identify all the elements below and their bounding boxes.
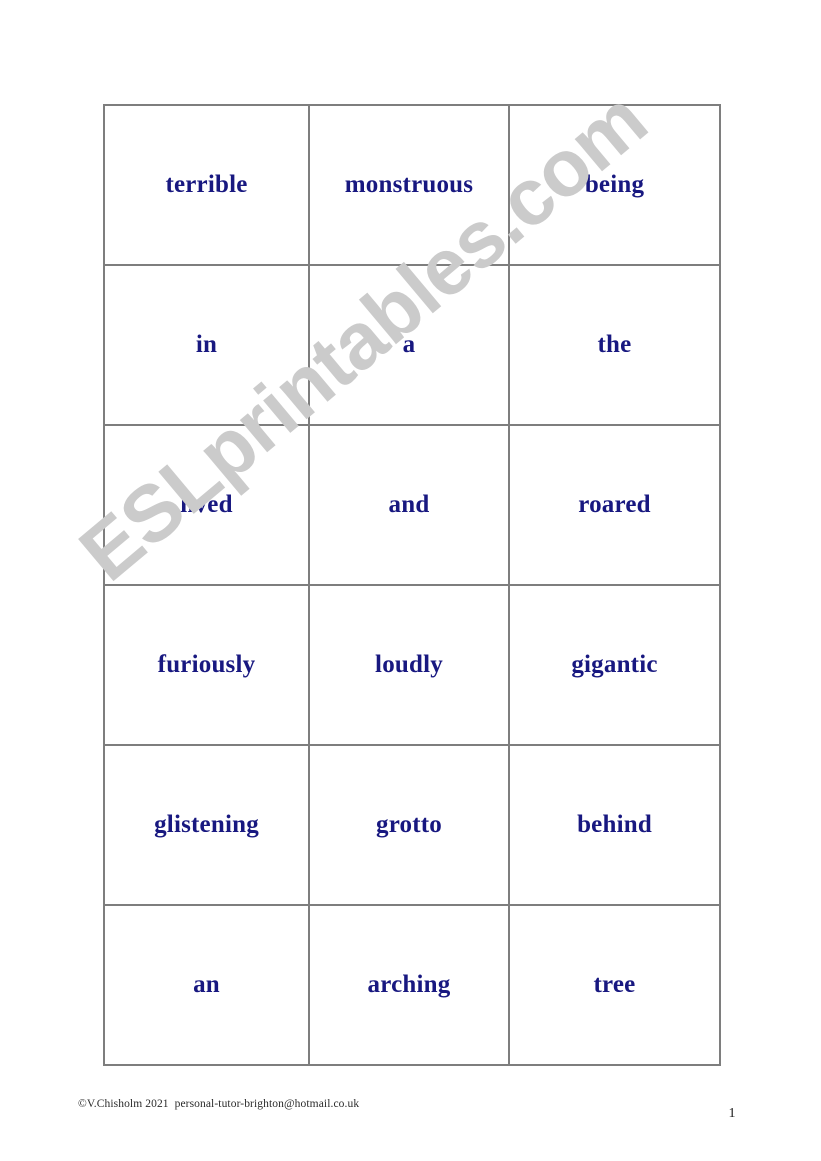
copyright-credit: ©V.Chisholm 2021 personal-tutor-brighton… [78, 1098, 360, 1110]
word-label: behind [577, 811, 652, 839]
table-row: an arching tree [103, 904, 721, 1066]
word-cell[interactable]: terrible [103, 104, 310, 266]
word-label: monstruous [344, 171, 474, 199]
word-cell[interactable]: an [103, 904, 310, 1066]
word-cell[interactable]: behind [508, 744, 721, 906]
word-label: furiously [157, 651, 256, 679]
word-label: the [597, 331, 632, 359]
word-cell[interactable]: glistening [103, 744, 310, 906]
word-cell[interactable]: lived [103, 424, 310, 586]
word-label: and [388, 491, 430, 519]
word-cell[interactable]: monstruous [308, 104, 510, 266]
word-label: arching [367, 971, 451, 999]
word-cell[interactable]: arching [308, 904, 510, 1066]
word-cell[interactable]: loudly [308, 584, 510, 746]
page-number: 1 [728, 1106, 736, 1121]
word-cell[interactable]: grotto [308, 744, 510, 906]
word-label: being [584, 171, 645, 199]
word-cell[interactable]: the [508, 264, 721, 426]
word-cell[interactable]: furiously [103, 584, 310, 746]
page-footer: ©V.Chisholm 2021 personal-tutor-brighton… [0, 1098, 821, 1138]
word-cell[interactable]: and [308, 424, 510, 586]
word-label: loudly [375, 651, 443, 679]
word-label: glistening [154, 811, 259, 839]
word-cell[interactable]: a [308, 264, 510, 426]
table-row: lived and roared [103, 424, 721, 586]
word-label: roared [578, 491, 651, 519]
word-label: gigantic [571, 651, 658, 679]
word-card-table: terrible monstruous being in a the lived… [103, 104, 721, 1066]
word-label: an [193, 971, 220, 999]
word-label: terrible [165, 171, 248, 199]
word-label: grotto [376, 811, 442, 839]
word-label: tree [593, 971, 636, 999]
word-cell[interactable]: roared [508, 424, 721, 586]
word-cell[interactable]: gigantic [508, 584, 721, 746]
table-row: glistening grotto behind [103, 744, 721, 906]
worksheet-page: terrible monstruous being in a the lived… [0, 0, 821, 1161]
table-row: furiously loudly gigantic [103, 584, 721, 746]
table-row: in a the [103, 264, 721, 426]
word-label: in [195, 331, 218, 359]
word-label: lived [180, 491, 233, 519]
table-row: terrible monstruous being [103, 104, 721, 266]
word-cell[interactable]: in [103, 264, 310, 426]
word-cell[interactable]: being [508, 104, 721, 266]
word-cell[interactable]: tree [508, 904, 721, 1066]
word-label: a [402, 331, 416, 359]
